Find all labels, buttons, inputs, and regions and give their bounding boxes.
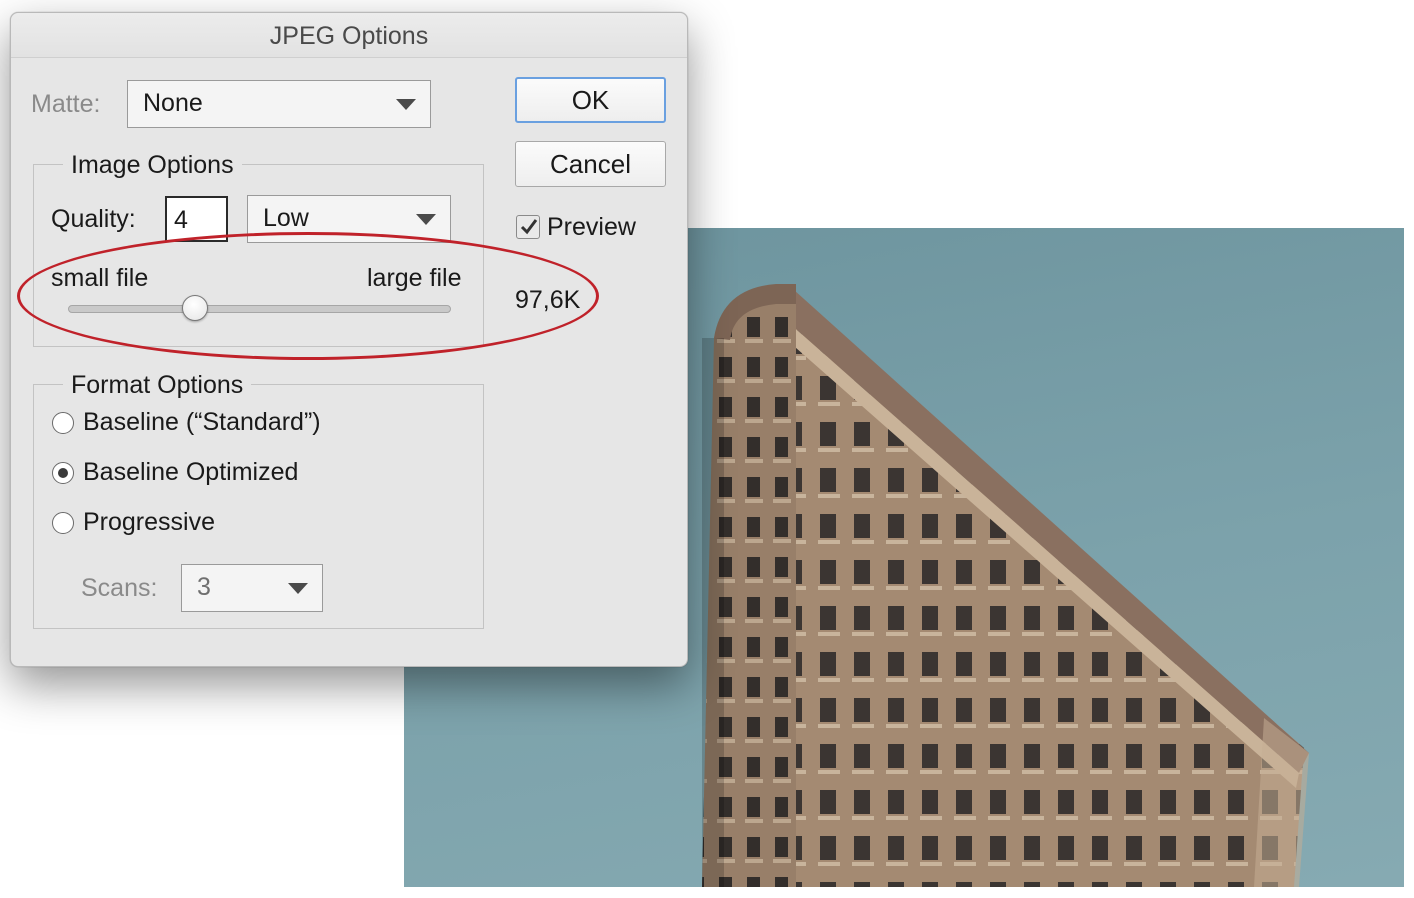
preview-label: Preview: [547, 213, 636, 241]
chevron-down-icon: [416, 214, 436, 225]
dialog-title: JPEG Options: [11, 13, 687, 58]
scans-select[interactable]: 3: [181, 564, 323, 612]
radio-progressive[interactable]: [52, 512, 74, 534]
format-options-legend: Format Options: [63, 370, 252, 400]
matte-select[interactable]: None: [127, 80, 431, 128]
scans-value: 3: [197, 573, 211, 601]
quality-label: Quality:: [51, 205, 136, 233]
radio-baseline-standard[interactable]: [52, 412, 74, 434]
checkmark-icon: [520, 219, 538, 235]
baseline-standard-label: Baseline (“Standard”): [83, 408, 321, 436]
ok-button[interactable]: OK: [515, 77, 666, 123]
chevron-down-icon: [288, 583, 308, 594]
cancel-button[interactable]: Cancel: [515, 141, 666, 187]
quality-preset-value: Low: [263, 204, 309, 232]
chevron-down-icon: [396, 99, 416, 110]
matte-label: Matte:: [31, 90, 101, 118]
annotation-ellipse: [17, 232, 599, 360]
preview-checkbox[interactable]: [516, 215, 540, 239]
matte-value: None: [143, 89, 203, 117]
image-options-legend: Image Options: [63, 150, 242, 180]
baseline-optimized-label: Baseline Optimized: [83, 458, 299, 486]
scans-label: Scans:: [81, 574, 158, 602]
progressive-label: Progressive: [83, 508, 215, 536]
radio-baseline-optimized[interactable]: [52, 462, 74, 484]
